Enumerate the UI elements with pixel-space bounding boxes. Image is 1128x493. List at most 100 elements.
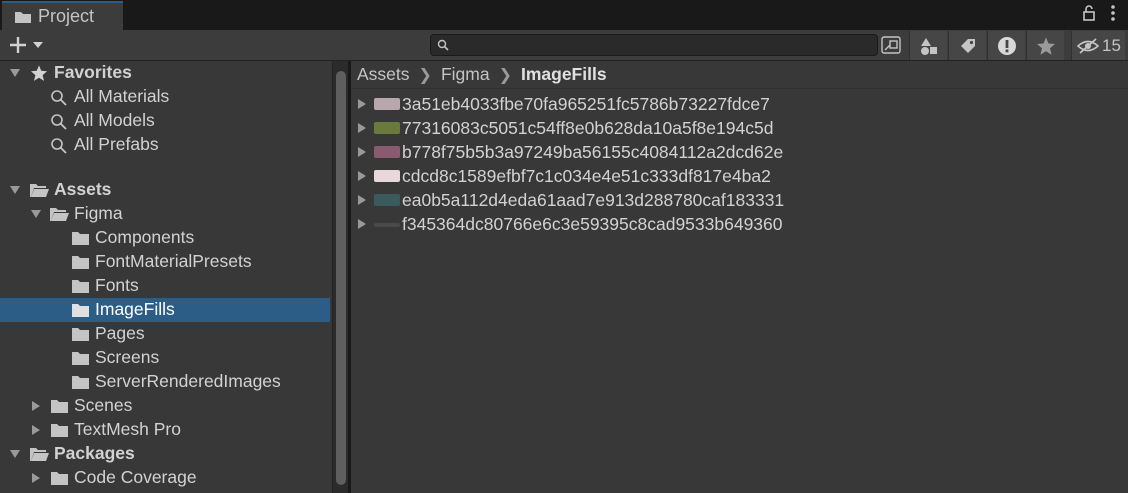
tree-item-serverrenderedimages[interactable]: ServerRenderedImages [0,370,330,394]
expand-arrow-icon[interactable] [9,448,21,460]
chevron-right-icon: ❯ [498,66,512,84]
expand-arrow-icon[interactable] [356,98,368,110]
folder-icon [71,231,90,246]
breadcrumb: Assets ❯ Figma ❯ ImageFills [351,61,1128,89]
tree-item-figma[interactable]: Figma [0,202,330,226]
tree-item-scenes[interactable]: Scenes [0,394,330,418]
folder-open-icon [29,446,50,462]
expand-arrow-icon[interactable] [9,184,21,196]
search-mode-button[interactable] [879,34,905,56]
list-item[interactable]: f345364dc80766e6c3e59395c8cad9533b649360 [351,212,1128,236]
tree-item-packages[interactable]: Packages [0,442,330,466]
expand-arrow-icon[interactable] [9,67,21,79]
tree-item-all-prefabs[interactable]: All Prefabs [0,133,330,157]
file-name: 77316083c5051c54ff8e0b628da10a5f8e194c5d [402,118,774,138]
file-name: f345364dc80766e6c3e59395c8cad9533b649360 [402,214,783,234]
create-button[interactable] [8,34,52,56]
tag-icon [960,38,975,53]
image-thumbnail [374,122,400,134]
tab-project[interactable]: Project [2,1,123,30]
folder-icon [71,375,90,390]
list-item[interactable]: cdcd8c1589efbf7c1c034e4e51c333df817e4ba2 [351,164,1128,188]
tree-item-label: Pages [95,323,145,343]
file-name: ea0b5a112d4eda61aad7e913d288780caf183331 [402,190,785,210]
image-thumbnail [374,146,400,158]
image-thumbnail [374,98,400,110]
tab-title: Project [38,6,95,26]
tree-item-code-coverage[interactable]: Code Coverage [0,466,330,490]
search-icon [50,89,68,107]
folder-tree: Favorites All Materials All Models All P… [0,61,348,493]
search-mode-icon [881,36,901,54]
tree-item-label: ServerRenderedImages [95,371,281,391]
breadcrumb-item-assets[interactable]: Assets [357,64,410,85]
list-item[interactable]: ea0b5a112d4eda61aad7e913d288780caf183331 [351,188,1128,212]
tree-item-label: Scenes [74,395,133,415]
folder-icon [71,327,90,342]
tree-item-label: All Models [74,110,155,130]
expand-arrow-icon[interactable] [356,218,368,230]
star-icon [1036,37,1055,55]
plus-icon [10,37,26,53]
tree-item-screens[interactable]: Screens [0,346,330,370]
tree-item-label: TextMesh Pro [74,419,181,439]
expand-arrow-icon[interactable] [30,472,42,484]
image-thumbnail [374,170,400,182]
star-icon [30,64,48,82]
breadcrumb-item-imagefills[interactable]: ImageFills [521,64,607,85]
tree-item-label: All Prefabs [74,134,159,154]
scrollbar-thumb[interactable] [336,71,346,485]
tree-item-label: All Materials [74,86,170,106]
search-by-label-button[interactable] [948,31,986,60]
folder-icon [50,399,69,414]
hidden-packages-count: 15 [1102,35,1121,55]
search-icon [50,137,68,155]
file-name: cdcd8c1589efbf7c1c034e4e51c333df817e4ba2 [402,166,771,186]
breadcrumb-item-figma[interactable]: Figma [441,64,490,85]
tree-item-imagefills[interactable]: ImageFills [0,298,330,322]
tree-item-label: Fonts [95,275,139,295]
tree-item-favorites[interactable]: Favorites [0,61,330,85]
toggle-hidden-packages-button[interactable]: 15 [1071,31,1125,60]
list-item[interactable]: b778f75b5b3a97249ba56155c4084112a2dcd62e [351,140,1128,164]
tree-item-pages[interactable]: Pages [0,322,330,346]
shapes-icon [920,37,937,55]
tree-scrollbar[interactable] [332,61,348,493]
more-menu-icon[interactable] [1110,4,1116,22]
search-field[interactable] [430,34,878,56]
lock-icon[interactable] [1082,5,1096,21]
folder-icon [71,279,90,294]
folder-icon [50,471,69,486]
tree-item-label: Assets [54,179,112,199]
chevron-down-icon [33,42,43,48]
tab-bar: Project [0,0,1128,30]
alert-icon [997,36,1016,55]
tree-item-assets[interactable]: Assets [0,178,330,202]
list-item[interactable]: 3a51eb4033fbe70fa965251fc5786b73227fdce7 [351,92,1128,116]
tree-item-all-materials[interactable]: All Materials [0,85,330,109]
expand-arrow-icon[interactable] [356,170,368,182]
tree-item-label: ImageFills [95,299,175,319]
expand-arrow-icon[interactable] [30,208,42,220]
tree-item-label: Code Coverage [74,467,197,487]
search-by-type-button[interactable] [909,31,947,60]
toolbar: 15 [0,30,1128,61]
expand-arrow-icon[interactable] [30,424,42,436]
favorites-button[interactable] [1026,31,1064,60]
expand-arrow-icon[interactable] [356,122,368,134]
folder-open-icon [29,182,50,198]
file-name: 3a51eb4033fbe70fa965251fc5786b73227fdce7 [402,94,770,114]
tree-item-fontmaterialpresets[interactable]: FontMaterialPresets [0,250,330,274]
expand-arrow-icon[interactable] [356,146,368,158]
tree-item-fonts[interactable]: Fonts [0,274,330,298]
tree-item-components[interactable]: Components [0,226,330,250]
list-item[interactable]: 77316083c5051c54ff8e0b628da10a5f8e194c5d [351,116,1128,140]
folder-icon [15,11,31,23]
tree-item-textmesh-pro[interactable]: TextMesh Pro [0,418,330,442]
expand-arrow-icon[interactable] [356,194,368,206]
show-errors-button[interactable] [987,31,1025,60]
tree-item-all-models[interactable]: All Models [0,109,330,133]
eye-hidden-icon [1076,37,1100,54]
search-input[interactable] [453,36,873,54]
expand-arrow-icon[interactable] [30,400,42,412]
